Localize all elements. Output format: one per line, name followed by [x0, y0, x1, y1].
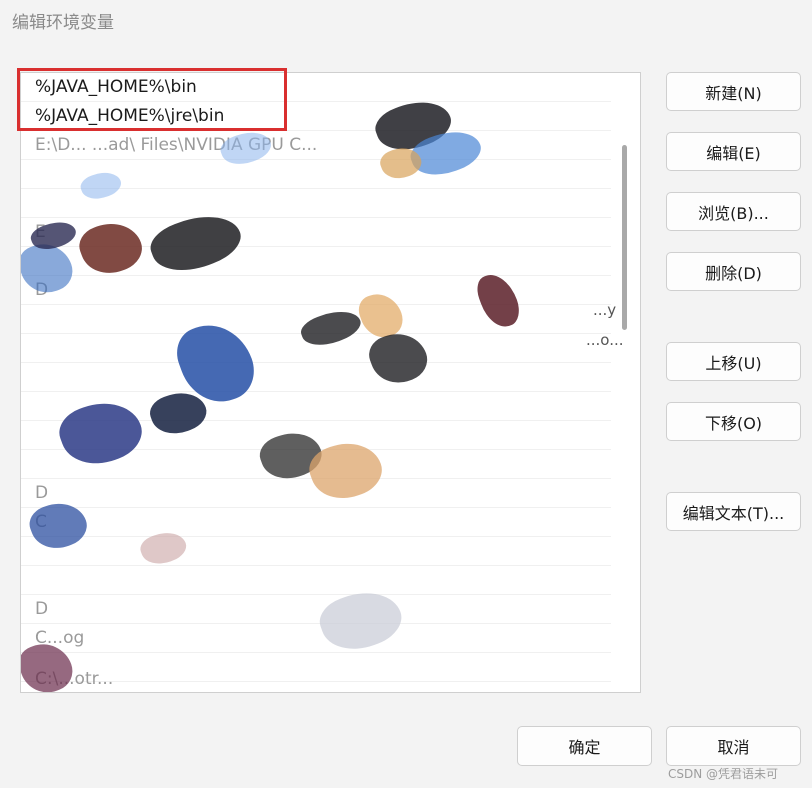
- delete-button[interactable]: 删除(D): [666, 252, 801, 291]
- ok-button[interactable]: 确定: [517, 726, 652, 766]
- list-item[interactable]: [21, 537, 611, 566]
- new-button[interactable]: 新建(N): [666, 72, 801, 111]
- list-item[interactable]: [21, 334, 611, 363]
- list-item[interactable]: D: [21, 276, 611, 305]
- list-item[interactable]: [21, 450, 611, 479]
- list-item[interactable]: [21, 566, 611, 595]
- env-variable-list[interactable]: %JAVA_HOME%\bin %JAVA_HOME%\jre\bin E:\D…: [20, 72, 641, 693]
- list-item[interactable]: C:\...otr...: [21, 665, 611, 692]
- watermark: CSDN @凭君语未可: [668, 767, 779, 781]
- cancel-button[interactable]: 取消: [666, 726, 801, 766]
- list-item[interactable]: C: [21, 508, 611, 537]
- truncated-text: ...y: [593, 301, 617, 319]
- window-title: 编辑环境变量: [12, 13, 114, 33]
- list-item[interactable]: [21, 305, 611, 334]
- list-item[interactable]: D: [21, 479, 611, 508]
- edit-button[interactable]: 编辑(E): [666, 132, 801, 171]
- list-item[interactable]: D: [21, 595, 611, 624]
- list-item[interactable]: [21, 160, 611, 189]
- list-item[interactable]: [21, 421, 611, 450]
- highlight-box: [17, 68, 287, 131]
- list-item[interactable]: C...og: [21, 624, 611, 653]
- list-item[interactable]: E: [21, 218, 611, 247]
- move-down-button[interactable]: 下移(O): [666, 402, 801, 441]
- list-item[interactable]: [21, 363, 611, 392]
- list-item[interactable]: E:\D... ...ad\ Files\NVIDIA GPU C...: [21, 131, 611, 160]
- list-item[interactable]: [21, 247, 611, 276]
- list-item[interactable]: [21, 189, 611, 218]
- truncated-text: ...o...: [586, 331, 624, 349]
- edit-text-button[interactable]: 编辑文本(T)...: [666, 492, 801, 531]
- browse-button[interactable]: 浏览(B)...: [666, 192, 801, 231]
- list-scrollbar[interactable]: [622, 145, 627, 330]
- move-up-button[interactable]: 上移(U): [666, 342, 801, 381]
- list-item[interactable]: [21, 392, 611, 421]
